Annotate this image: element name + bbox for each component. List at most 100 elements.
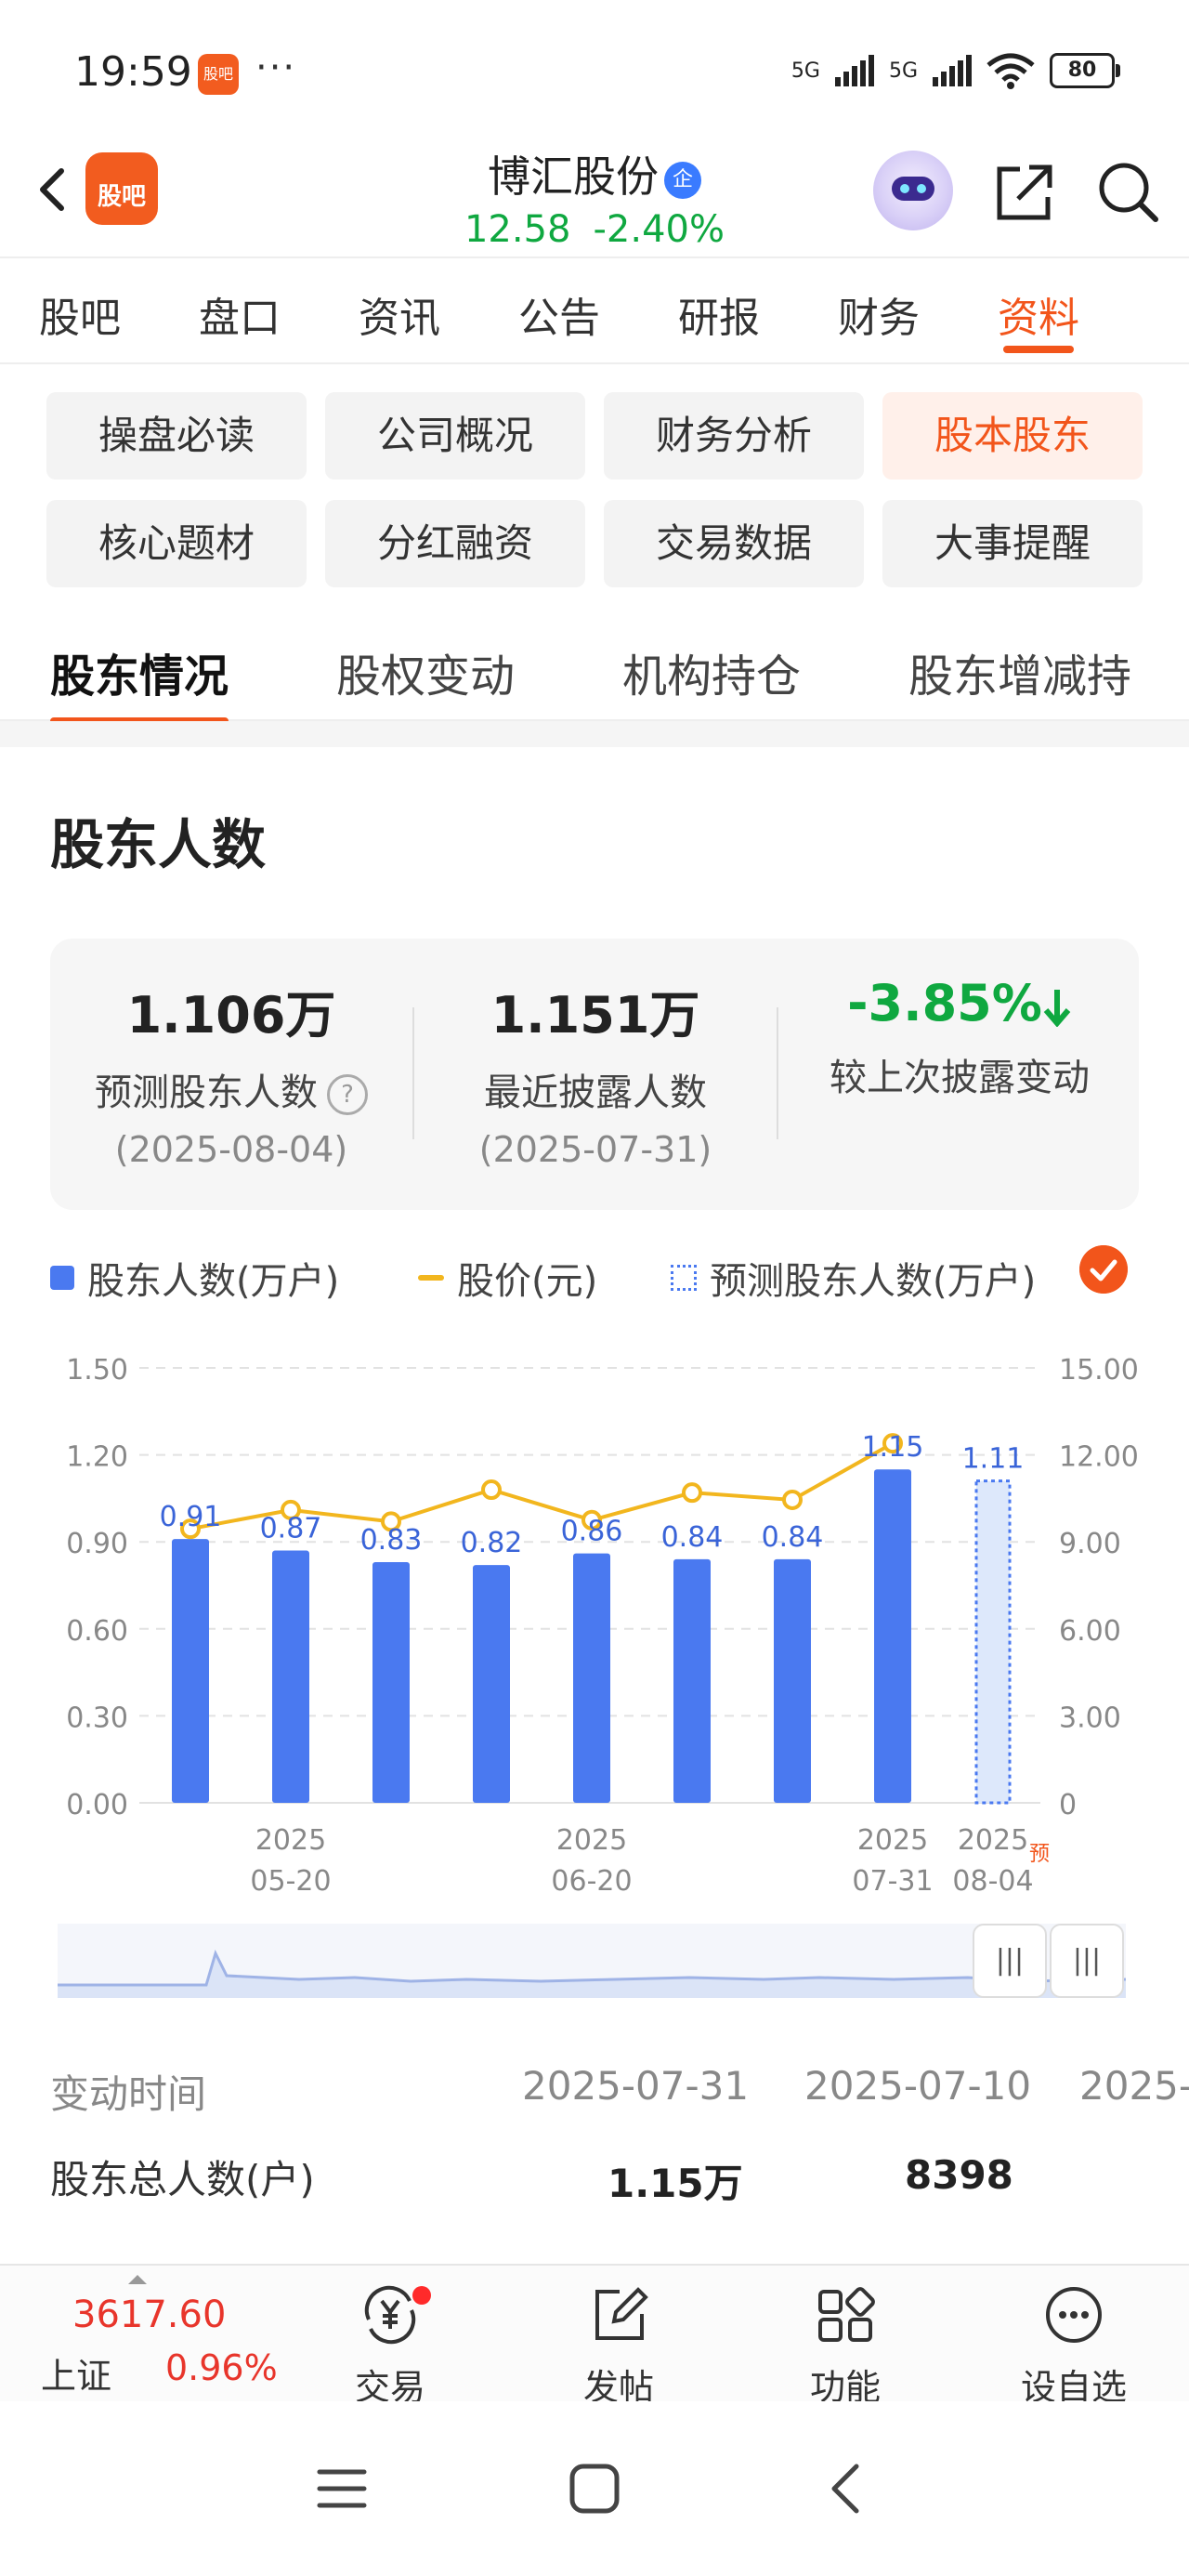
x-tick-date: 06-20 [551, 1865, 632, 1898]
legend-label: 预测股东人数(万户) [710, 1260, 1037, 1303]
stat-change: -3.85% 较上次披露变动 [778, 974, 1141, 1101]
share-icon[interactable] [992, 160, 1057, 225]
status-time: 19:59 [74, 48, 192, 96]
notification-dot [412, 2286, 431, 2305]
stock-title: 博汇股份企 [409, 143, 780, 204]
stat-change-text: -3.85% [847, 974, 1042, 1032]
stock-title-block: 博汇股份企 12.58 -2.40% [409, 143, 780, 251]
network-5g-label-2: 5G [888, 59, 918, 83]
functions-button[interactable]: 功能 [771, 2282, 920, 2410]
legend-item-shareholders[interactable]: 股东人数(万户) [50, 1251, 339, 1305]
table-cell: 8398 [905, 2152, 1013, 2198]
range-overview [58, 1949, 1126, 1998]
range-handle-right[interactable]: ||| [1050, 1924, 1124, 1998]
trade-button[interactable]: 交易 [316, 2282, 464, 2410]
price-point [682, 1482, 702, 1504]
help-icon[interactable]: ? [327, 1074, 368, 1115]
y-right-tick-label: 3.00 [1059, 1702, 1121, 1734]
legend-label: 股东人数(万户) [87, 1260, 340, 1303]
stat-forecast-label-text: 预测股东人数 [95, 1071, 318, 1114]
down-arrow-icon [1043, 990, 1071, 1028]
signal-icon [834, 55, 874, 86]
subtab-shareholder-status[interactable]: 股东情况 [50, 639, 229, 725]
x-tick-year: 2025 [958, 1824, 1028, 1857]
stat-change-label: 较上次披露变动 [830, 1057, 1090, 1099]
chip-core-themes[interactable]: 核心题材 [46, 500, 307, 587]
edit-post-icon [595, 2287, 648, 2340]
stat-latest-value: 1.151万 [490, 986, 700, 1045]
menu-icon[interactable] [316, 2463, 368, 2515]
stat-change-value: -3.85% [778, 974, 1141, 1032]
bar-data-label: 0.83 [360, 1524, 423, 1557]
range-handle-left[interactable]: ||| [973, 1924, 1047, 1998]
bar-data-label: 1.15 [862, 1431, 924, 1464]
y-right-tick-label: 6.00 [1059, 1615, 1121, 1648]
chip-trading-data[interactable]: 交易数据 [604, 500, 864, 587]
profile-category-chips: 操盘必读 公司概况 财务分析 股本股东 核心题材 分红融资 交易数据 大事提醒 [46, 392, 1143, 587]
post-button[interactable]: 发帖 [544, 2282, 693, 2410]
section-divider [0, 721, 1189, 747]
subtab-institutional-holdings[interactable]: 机构持仓 [622, 639, 801, 704]
stock-header: 股吧 博汇股份企 12.58 -2.40% [0, 139, 1189, 258]
tab-news[interactable]: 资讯 [320, 258, 479, 362]
range-slider[interactable]: ||| ||| [58, 1924, 1126, 1998]
search-icon[interactable] [1096, 160, 1161, 225]
tab-research[interactable]: 研报 [639, 258, 799, 362]
chart-bar [573, 1553, 610, 1803]
expand-caret-icon[interactable] [128, 2275, 147, 2284]
tab-profile[interactable]: 资料 [959, 258, 1118, 362]
back-arrow-icon[interactable] [26, 162, 82, 217]
bar-data-label: 0.84 [762, 1521, 824, 1554]
chart-bar [774, 1558, 811, 1803]
tab-pankou[interactable]: 盘口 [160, 258, 320, 362]
index-name[interactable]: 上证 [41, 2347, 111, 2399]
table-header-date: 2025- [1079, 2063, 1189, 2109]
shareholder-table: 变动时间 2025-07-31 2025-07-10 2025- 股东总人数(户… [0, 2044, 1189, 2230]
y-right-tick-label: 15.00 [1059, 1354, 1139, 1387]
y-left-tick-label: 0.30 [66, 1702, 128, 1734]
signal-icon-2 [933, 55, 972, 86]
stat-latest: 1.151万 最近披露人数 (2025-07-31) [414, 974, 777, 1170]
home-icon[interactable] [567, 2461, 622, 2517]
subtab-equity-changes[interactable]: 股权变动 [336, 639, 515, 704]
tab-announcements[interactable]: 公告 [479, 258, 639, 362]
x-tick-date: 08-04 [952, 1865, 1033, 1898]
chip-trading-guide[interactable]: 操盘必读 [46, 392, 307, 480]
legend-bar-swatch [50, 1266, 74, 1290]
more-notifications-icon: ··· [255, 46, 297, 89]
tab-finance[interactable]: 财务 [799, 258, 959, 362]
x-tick-year: 2025 [255, 1824, 326, 1857]
bar-data-label: 0.87 [260, 1513, 322, 1545]
stat-forecast-value: 1.106万 [126, 986, 336, 1045]
bar-data-label: 0.91 [160, 1501, 222, 1533]
x-tick-year: 2025 [556, 1824, 627, 1857]
stat-forecast-label: 预测股东人数? [50, 1062, 412, 1116]
y-right-tick-label: 9.00 [1059, 1528, 1121, 1560]
index-change[interactable]: 0.96% [165, 2347, 278, 2388]
index-value[interactable]: 3617.60 [72, 2293, 226, 2336]
grid-functions-icon [818, 2287, 875, 2342]
chip-event-reminders[interactable]: 大事提醒 [882, 500, 1143, 587]
legend-line-swatch [418, 1275, 444, 1281]
shareholder-chart: 0.00 0.30 0.60 0.90 1.20 1.50 0 3.00 6.00 9.00 12.… [66, 1354, 1139, 1898]
y-left-tick-label: 1.20 [66, 1441, 128, 1474]
bar-data-label: 0.84 [661, 1521, 724, 1554]
stat-latest-date: (2025-07-31) [478, 1129, 712, 1170]
tab-guba[interactable]: 股吧 [0, 258, 160, 362]
back-icon[interactable] [823, 2461, 869, 2517]
ai-assistant-avatar-icon[interactable] [873, 151, 953, 230]
check-toggle-icon[interactable] [1079, 1245, 1128, 1294]
more-circle-icon [1046, 2287, 1102, 2343]
guba-logo[interactable]: 股吧 [85, 152, 158, 225]
legend-dashed-swatch [671, 1265, 697, 1291]
subtab-shareholder-changes[interactable]: 股东增减持 [908, 639, 1131, 704]
chip-company-overview[interactable]: 公司概况 [325, 392, 585, 480]
legend-item-forecast[interactable]: 预测股东人数(万户) [671, 1251, 1036, 1305]
chip-dividend-financing[interactable]: 分红融资 [325, 500, 585, 587]
chip-financial-analysis[interactable]: 财务分析 [604, 392, 864, 480]
legend-item-price[interactable]: 股价(元) [418, 1251, 597, 1305]
table-header-label: 变动时间 [50, 2071, 207, 2117]
chip-capital-shareholders[interactable]: 股本股东 [882, 392, 1143, 480]
add-watchlist-button[interactable]: 设自选 [1000, 2282, 1148, 2410]
status-indicators: 5G 5G 80 [791, 52, 1120, 89]
